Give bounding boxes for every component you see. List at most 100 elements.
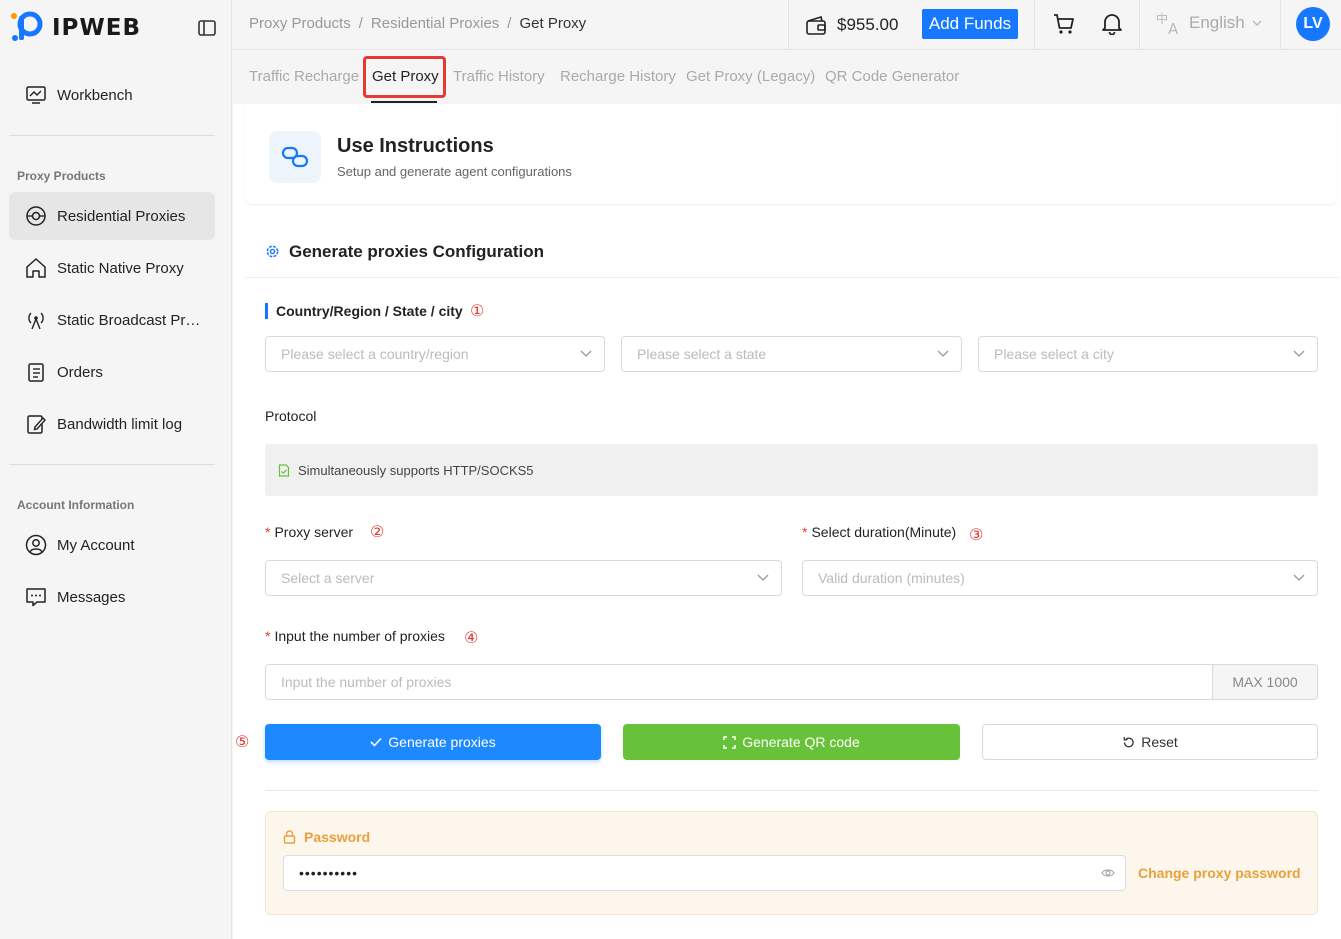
eye-icon[interactable] [1101,867,1115,879]
avatar[interactable]: LV [1296,7,1330,41]
duration-select[interactable]: Valid duration (minutes) [802,560,1318,596]
breadcrumb-current: Get Proxy [519,15,587,32]
sidebar: IPWEB Workbench Proxy Products Residenti… [0,0,232,939]
section-divider [265,790,1318,791]
link-icon [269,131,321,183]
wallet-icon [806,15,826,35]
reset-button[interactable]: Reset [982,724,1318,760]
tab-qr-code-generator[interactable]: QR Code Generator [825,68,959,85]
tab-traffic-recharge[interactable]: Traffic Recharge [249,68,359,85]
sidebar-item-messages[interactable]: Messages [9,573,215,621]
required-marker: * [265,524,271,540]
home-icon [26,258,46,278]
sidebar-item-static-broadcast-proxy[interactable]: Static Broadcast Proxy [9,296,215,344]
globe-icon [26,206,46,226]
sidebar-collapse-icon[interactable] [198,20,216,36]
sidebar-item-label: My Account [57,536,135,554]
sidebar-item-label: Residential Proxies [57,207,186,225]
section-title-account: Account Information [17,498,135,512]
message-icon [26,588,46,607]
country-select[interactable]: Please select a country/region [265,336,605,372]
account-balance: $955.00 [837,15,899,34]
change-password-link[interactable]: Change proxy password [1138,865,1301,881]
sidebar-item-label: Static Broadcast Proxy [57,311,207,329]
sidebar-item-static-native-proxy[interactable]: Static Native Proxy [9,244,215,292]
step-1-marker: ① [470,303,485,320]
wallet: $955.00 [788,0,898,50]
proxy-count-label-text: Input the number of proxies [274,628,445,644]
proxy-server-select[interactable]: Select a server [265,560,782,596]
add-funds-button[interactable]: Add Funds [922,9,1018,39]
cart-icon[interactable] [1052,12,1076,36]
password-input[interactable]: •••••••••• [283,855,1126,891]
generate-proxies-button[interactable]: Generate proxies [265,724,601,760]
proxy-count-max: MAX 1000 [1212,664,1318,700]
user-circle-icon [25,534,47,556]
sidebar-item-label: Bandwidth limit log [57,415,183,433]
instructions-title: Use Instructions [337,135,494,157]
sidebar-divider [9,464,215,465]
proxy-server-label-text: Proxy server [274,524,354,540]
chevron-down-icon [1293,574,1305,581]
location-label: Country/Region / State / city [276,303,463,319]
duration-placeholder: Valid duration (minutes) [818,570,965,586]
active-tab-highlight [363,56,446,98]
scan-icon [723,735,736,749]
generate-qr-label: Generate QR code [742,734,860,750]
tab-traffic-history[interactable]: Traffic History [453,68,545,85]
sidebar-item-my-account[interactable]: My Account [9,521,215,569]
bell-icon[interactable] [1101,11,1123,35]
city-select[interactable]: Please select a city [978,336,1318,372]
chevron-down-icon [1293,350,1305,357]
protocol-text: Simultaneously supports HTTP/SOCKS5 [298,462,534,478]
sidebar-item-residential-proxies[interactable]: Residential Proxies [9,192,215,240]
breadcrumb-item[interactable]: Residential Proxies [371,15,499,32]
translate-icon: 中 A [1156,11,1179,36]
tab-get-proxy-legacy[interactable]: Get Proxy (Legacy) [686,68,815,85]
duration-label-text: Select duration(Minute) [811,524,957,540]
sidebar-item-label: Messages [57,588,126,606]
topbar-separator [1139,0,1140,50]
chevron-down-icon [757,574,769,581]
breadcrumb-separator: / [358,15,363,32]
language-selector[interactable]: 中 A English [1155,10,1263,36]
sidebar-item-workbench[interactable]: Workbench [9,71,215,119]
chevron-down-icon [937,350,949,357]
instructions-card: Use Instructions Setup and generate agen… [245,104,1337,205]
tab-bar: Traffic Recharge Get Proxy Traffic Histo… [233,51,1341,104]
sidebar-item-label: Static Native Proxy [57,259,184,277]
breadcrumb: Proxy Products / Residential Proxies / G… [249,15,586,32]
chevron-down-icon [580,350,592,357]
document-check-icon [278,463,290,477]
state-select[interactable]: Please select a state [621,336,962,372]
topbar-separator [1034,0,1035,50]
state-select-placeholder: Please select a state [637,346,767,362]
sidebar-item-bandwidth-limit-log[interactable]: Bandwidth limit log [9,400,215,448]
antenna-icon [28,312,44,330]
instructions-subtitle: Setup and generate agent configurations [337,164,572,179]
active-tab-underline [371,101,437,103]
proxy-count-label: * Input the number of proxies [265,628,445,644]
sidebar-item-orders[interactable]: Orders [9,348,215,396]
settings-gear-icon [266,245,279,258]
topbar-separator [1280,0,1281,50]
protocol-info: Simultaneously supports HTTP/SOCKS5 [265,444,1318,496]
label-accent-bar [265,303,268,319]
brand-name: IPWEB [52,15,142,41]
proxy-count-input[interactable]: Input the number of proxies [265,664,1213,700]
tab-recharge-history[interactable]: Recharge History [560,68,676,85]
generate-qr-button[interactable]: Generate QR code [623,724,960,760]
sidebar-item-label: Orders [57,363,103,381]
main-content: Use Instructions Setup and generate agen… [233,104,1341,939]
breadcrumb-separator: / [507,15,512,32]
chevron-down-icon [1252,20,1262,26]
required-marker: * [802,524,808,540]
topbar: Proxy Products / Residential Proxies / G… [233,0,1341,50]
password-panel: Password •••••••••• Change proxy passwor… [265,811,1318,915]
generate-section-header: Generate proxies Configuration [245,224,1339,278]
breadcrumb-item[interactable]: Proxy Products [249,15,351,32]
language-label: English [1189,13,1245,32]
generate-proxies-label: Generate proxies [388,734,496,750]
proxy-count-placeholder: Input the number of proxies [281,674,452,690]
brand-logo[interactable]: IPWEB [10,10,141,46]
